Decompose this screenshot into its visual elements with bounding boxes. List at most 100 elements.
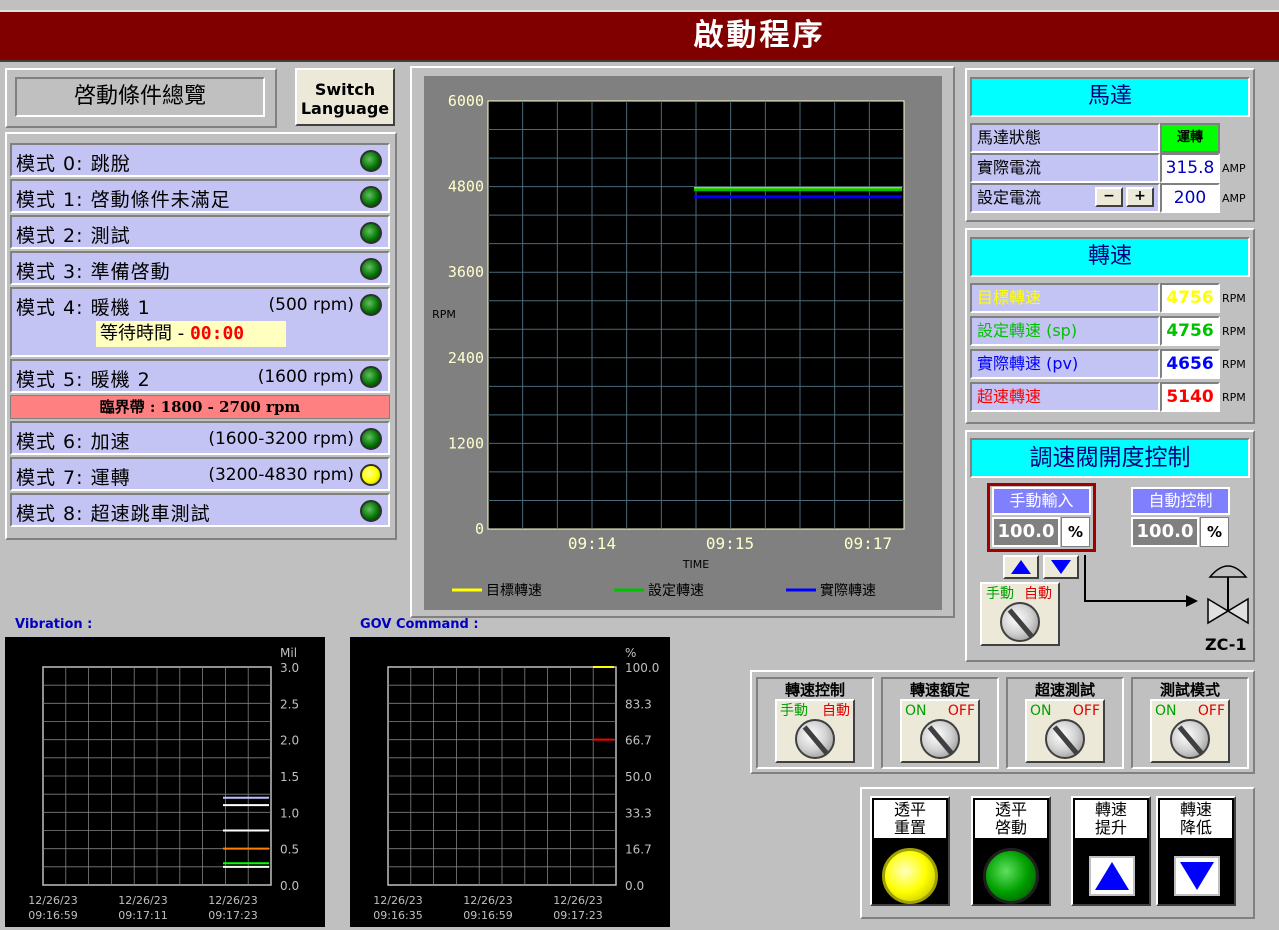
x-tick-time: 09:16:59 (28, 909, 77, 922)
wait-time-value: 00:00 (189, 323, 245, 344)
speed-row-label: 實際轉速 (pv) (970, 349, 1160, 379)
status-led-icon (360, 500, 382, 522)
y-tick-label: 3.0 (280, 661, 299, 675)
current-plus-button[interactable]: + (1126, 187, 1154, 207)
mode-rpm: (1600 rpm) (257, 367, 354, 387)
speed-row-value: 4756 (1160, 316, 1220, 346)
switch-title: 轉速控制 (784, 681, 845, 699)
gov-switch-left-label: 手動 (986, 586, 1014, 602)
mode-label: 模式 3: 準備啓動 (16, 261, 171, 283)
mode-row: 模式 1: 啓動條件未滿足 (10, 179, 390, 213)
speed-row-label: 設定轉速 (sp) (970, 316, 1160, 346)
y-tick-label: 2.0 (280, 734, 299, 748)
arrow-up-icon (1011, 560, 1031, 574)
manual-pct: % (1061, 517, 1090, 547)
y-tick-label: 100.0 (625, 661, 659, 675)
x-tick-label: 09:17 (844, 534, 892, 553)
auto-pct: % (1200, 517, 1229, 547)
y-tick-label: 33.3 (625, 806, 652, 820)
status-led-icon (360, 464, 382, 486)
y-tick-label: 16.7 (625, 843, 652, 857)
mode-row: 模式 8: 超速跳車測試 (10, 493, 390, 527)
selector-knob-icon (1045, 719, 1085, 759)
critical-band: 臨界帶 : 1800 - 2700 rpm (10, 395, 390, 419)
switch-left-label: ON (905, 703, 927, 719)
selector-switch[interactable]: ON OFF (1150, 699, 1230, 763)
gov-switch-right-label: 自動 (1024, 586, 1052, 602)
y-tick-label: 0 (475, 520, 484, 538)
status-led-icon (360, 222, 382, 244)
x-tick-date: 12/26/23 (118, 894, 167, 907)
speed-title: 轉速 (970, 237, 1250, 277)
speed-row-value: 4756 (1160, 283, 1220, 313)
mode-row: 模式 0: 跳脫 (10, 143, 390, 177)
mode-label: 模式 0: 跳脫 (16, 153, 131, 175)
selector-knob-icon (1000, 602, 1040, 642)
y-tick-label: 2.5 (280, 697, 299, 711)
actual-current-unit: AMP (1222, 162, 1246, 175)
y-tick-label: 3600 (448, 263, 484, 281)
push-button[interactable]: 轉速 提升 (1071, 796, 1151, 906)
speed-row-unit: RPM (1222, 325, 1246, 338)
mode-row: 模式 7: 運轉 (3200-4830 rpm) (10, 457, 390, 491)
x-tick-label: 09:15 (706, 534, 754, 553)
y-tick-label: 2400 (448, 349, 484, 367)
switch-right-label: OFF (1072, 703, 1100, 719)
x-tick-date: 12/26/23 (553, 894, 602, 907)
speed-row-unit: RPM (1222, 358, 1246, 371)
switch-language-button[interactable]: Switch Language (295, 68, 395, 126)
main-rpm-chart: 6000 4800 3600 2400 1200 0 09:14 09:15 09:17 RPM T… (432, 92, 905, 599)
status-led-icon (360, 294, 382, 316)
motor-status-label: 馬達狀態 (970, 123, 1160, 153)
push-button-line1: 轉速 (1179, 800, 1212, 819)
auto-control-value: 100.0 (1131, 517, 1199, 547)
y-tick-label: 1.0 (280, 806, 299, 820)
selector-knob-icon (795, 719, 835, 759)
mode-label: 模式 8: 超速跳車測試 (16, 503, 211, 525)
mode-rpm: (3200-4830 rpm) (208, 465, 354, 485)
selector-switch[interactable]: ON OFF (1025, 699, 1105, 763)
y-tick-label: 6000 (448, 92, 484, 110)
push-button[interactable]: 透平 重置 (870, 796, 950, 906)
x-tick-time: 09:16:59 (463, 909, 512, 922)
push-button-line2: 啓動 (994, 818, 1027, 837)
gov-control-title: 調速閥開度控制 (970, 438, 1250, 478)
manual-input-value[interactable]: 100.0 (992, 517, 1060, 547)
mode-row: 模式 2: 測試 (10, 215, 390, 249)
push-button[interactable]: 透平 啓動 (971, 796, 1051, 906)
push-button-line1: 透平 (994, 800, 1027, 819)
x-tick-time: 09:17:11 (118, 909, 167, 922)
manual-down-button[interactable] (1043, 555, 1079, 579)
mode-label: 模式 6: 加速 (16, 431, 131, 453)
current-minus-button[interactable]: − (1095, 187, 1123, 207)
gov-command-chart: %100.0 83.3 66.7 50.0 33.3 16.7 0.0 12/26/23 09:… (350, 637, 670, 927)
push-button[interactable]: 轉速 降低 (1156, 796, 1236, 906)
actual-current-label: 實際電流 (970, 153, 1160, 183)
arrow-up-icon (1089, 856, 1135, 896)
motor-status-value: 運轉 (1160, 123, 1220, 153)
y-tick-label: 0.0 (625, 879, 644, 893)
selector-switch[interactable]: 手動 自動 (775, 699, 855, 763)
gov-manual-auto-switch[interactable]: 手動 自動 (980, 582, 1060, 646)
y-axis-label: RPM (432, 308, 456, 321)
push-button-line2: 重置 (893, 818, 926, 837)
switch-title: 超速測試 (1034, 681, 1095, 699)
x-tick-date: 12/26/23 (373, 894, 422, 907)
mode-label: 模式 5: 暖機 2 (16, 369, 151, 391)
manual-input-label: 手動輸入 (992, 487, 1091, 515)
green-lamp-icon (983, 848, 1039, 904)
mode-rpm: (1600-3200 rpm) (208, 429, 354, 449)
push-button-line2: 提升 (1094, 818, 1127, 837)
manual-up-button[interactable] (1003, 555, 1039, 579)
switch-right-label: OFF (1197, 703, 1225, 719)
set-current-value[interactable]: 200 (1160, 183, 1220, 213)
selector-switch[interactable]: ON OFF (900, 699, 980, 763)
switch-title: 測試模式 (1159, 681, 1220, 699)
mode-label: 模式 1: 啓動條件未滿足 (16, 189, 231, 211)
push-button-label: 透平 重置 (874, 800, 946, 838)
switch-language-line1: Switch (314, 80, 376, 99)
status-led-icon (360, 428, 382, 450)
switch-left-label: ON (1155, 703, 1177, 719)
switch-right-label: 自動 (822, 703, 850, 719)
selector-knob-icon (1170, 719, 1210, 759)
